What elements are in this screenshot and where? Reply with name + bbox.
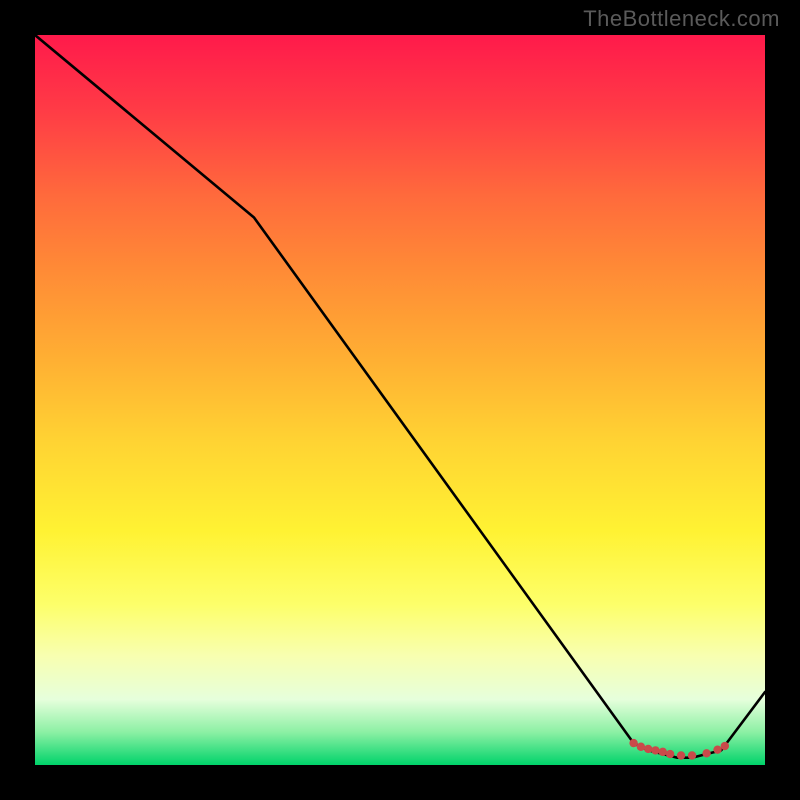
marker-dot xyxy=(721,742,729,750)
marker-dot xyxy=(644,745,652,753)
watermark-text: TheBottleneck.com xyxy=(583,6,780,32)
marker-dot xyxy=(677,751,685,759)
marker-dot xyxy=(688,751,696,759)
marker-dot xyxy=(629,739,637,747)
marker-dot xyxy=(637,743,645,751)
chart-frame: TheBottleneck.com xyxy=(0,0,800,800)
marker-dot xyxy=(666,750,674,758)
marker-dot xyxy=(702,749,710,757)
line-series xyxy=(35,35,765,758)
marker-dot xyxy=(713,745,721,753)
marker-dot xyxy=(659,748,667,756)
plot-area xyxy=(35,35,765,765)
marker-series xyxy=(629,739,729,760)
chart-svg xyxy=(35,35,765,765)
marker-dot xyxy=(651,746,659,754)
